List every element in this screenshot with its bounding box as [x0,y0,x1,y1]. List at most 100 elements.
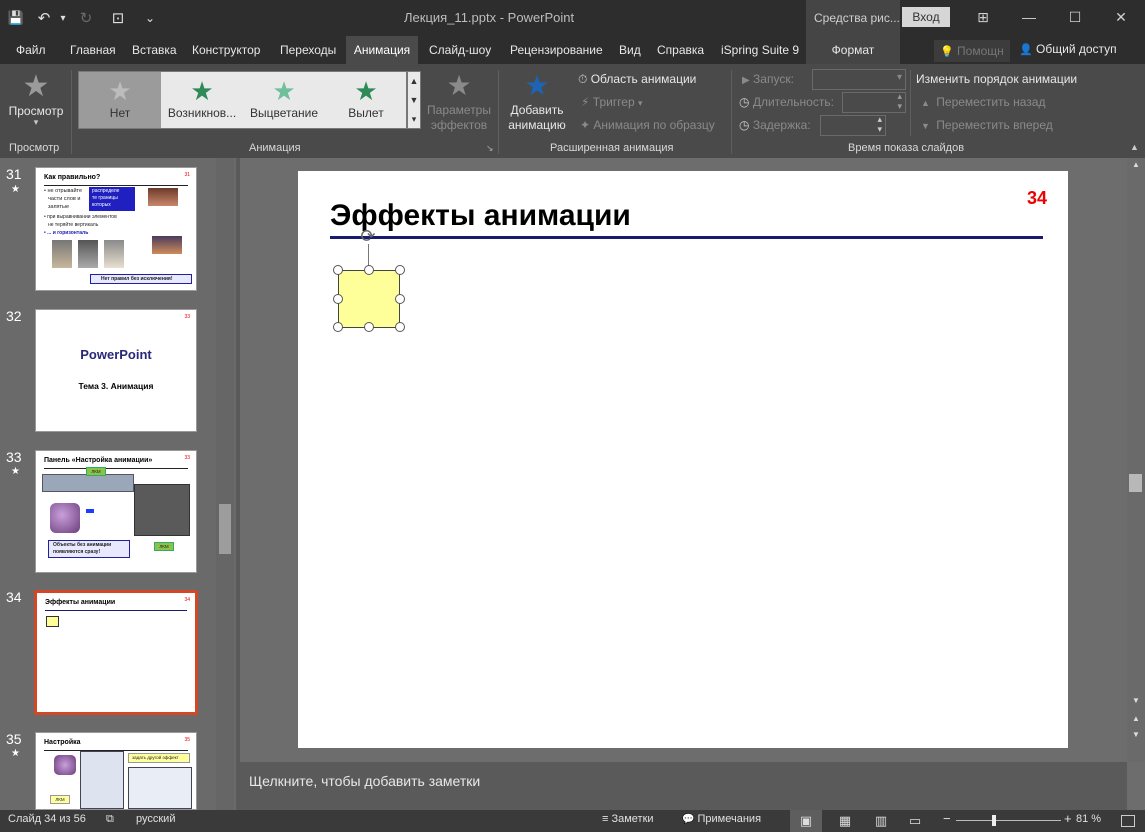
resize-handle[interactable] [333,322,343,332]
tab-ispring[interactable]: iSpring Suite 9 [721,36,799,64]
thumb-title: PowerPoint [80,347,152,362]
selected-rectangle-shape[interactable] [338,270,400,328]
resize-handle[interactable] [333,294,343,304]
delay-input[interactable]: ▴ ▾ [820,114,886,136]
slide-canvas[interactable]: Эффекты анимации 34 ⟳ [298,171,1068,748]
thumbnail-scrollbar[interactable] [216,158,234,810]
redo-icon[interactable]: ↻ [70,0,102,36]
close-icon[interactable]: ✕ [1098,0,1144,34]
scroll-down-icon[interactable]: ▼ [1127,694,1145,708]
zoom-in-button[interactable]: + [1064,811,1072,826]
start-from-beginning-icon[interactable]: ⊡ [102,0,134,36]
previous-slide-icon[interactable]: ▲ [1127,712,1145,726]
maximize-icon[interactable]: ☐ [1052,0,1098,34]
tab-help[interactable]: Справка [657,36,704,64]
gallery-more-icon[interactable]: ▾ [408,110,420,129]
reading-view-icon[interactable]: ▥ [865,810,897,832]
tab-animations[interactable]: Анимация [346,36,418,64]
preview-dropdown-icon: ▾ [33,117,39,127]
tab-slideshow[interactable]: Слайд-шоу [429,36,491,64]
animation-pane-button[interactable]: ⏱ Область анимации [578,72,696,87]
zoom-slider-thumb[interactable] [992,815,996,826]
group-label-preview: Просмотр [9,142,60,154]
slide-scroll-thumb[interactable] [1129,474,1142,492]
thumb-photo [52,240,72,268]
undo-icon[interactable]: ↶ [32,0,56,36]
tab-view[interactable]: Вид [619,36,641,64]
language-indicator[interactable]: русский [136,813,175,825]
resize-handle[interactable] [395,322,405,332]
slide-thumbnail-34[interactable]: Эффекты анимации 34 [34,590,198,715]
tab-home[interactable]: Главная [70,36,116,64]
next-slide-icon[interactable]: ▼ [1127,728,1145,742]
tab-transitions[interactable]: Переходы [280,36,336,64]
notes-toggle-button[interactable]: ≡ Заметки [602,813,654,825]
accessibility-icon[interactable]: ⧉ [106,813,114,826]
resize-handle[interactable] [395,265,405,275]
resize-handle[interactable] [364,265,374,275]
delay-label: Задержка: [752,118,811,132]
tab-file[interactable]: Файл [16,36,46,64]
thumb-pane-image [128,767,192,809]
minimize-icon[interactable]: — [1006,0,1052,34]
gallery-item-none[interactable]: ★ Нет [79,72,161,128]
gallery-scroll-up-icon[interactable]: ▲ [408,72,420,91]
tab-design[interactable]: Конструктор [192,36,260,64]
group-separator [910,70,911,136]
thumb-text-2: части слов и [48,196,81,202]
slideshow-view-icon[interactable]: ▭ [899,810,931,832]
preview-button[interactable]: ★ Просмотр ▾ [4,70,68,138]
effect-options-button[interactable]: ★ Параметры эффектов [424,70,494,138]
zoom-slider-track[interactable] [956,820,1061,821]
help-search-box[interactable]: 💡 Помощн [934,40,1010,62]
thumb-page-number: 33 [184,314,190,320]
delay-spin-down-icon[interactable]: ▾ [877,124,882,135]
add-animation-star-icon: ★ [524,70,550,101]
thumbnail-scroll-thumb[interactable] [219,504,231,554]
start-select[interactable]: ▾ [812,69,906,90]
signin-button[interactable]: Вход [902,7,950,27]
slide-thumbnail-32[interactable]: 33 PowerPoint Тема 3. Анимация [35,309,197,432]
gallery-scroll[interactable]: ▲ ▼ ▾ [407,71,421,129]
slide-thumbnail-33[interactable]: Панель «Настройка анимации» 33 ЛКМ ЛКМ О… [35,450,197,573]
gallery-scroll-down-icon[interactable]: ▼ [408,91,420,110]
thumb-text-1: • не отрывайте [44,188,83,194]
comments-toggle-button[interactable]: 💬 Примечания [682,813,761,825]
animation-group-launcher-icon[interactable]: ↘ [486,143,494,154]
gallery-item-fly-in[interactable]: ★ Вылет [325,72,407,128]
customize-qat-icon[interactable]: ⌄ [134,0,166,36]
tab-insert[interactable]: Вставка [132,36,177,64]
save-icon[interactable]: 💾 [0,0,32,36]
share-button[interactable]: 👤 Общий доступ [1019,42,1117,56]
normal-view-icon[interactable]: ▣ [790,810,822,832]
delay-label-row: ◷ Задержка: [739,118,811,132]
reorder-animation-label: Изменить порядок анимации [916,72,1078,86]
slide-thumbnail-31[interactable]: Как правильно? 31 • не отрывайте части с… [35,167,197,291]
rotation-handle-icon[interactable]: ⟳ [358,226,378,246]
zoom-level[interactable]: 81 % [1076,813,1101,825]
duration-spin-down-icon[interactable]: ▾ [897,101,902,112]
tab-review[interactable]: Рецензирование [510,36,603,64]
undo-dropdown-icon[interactable]: ▾ [56,0,70,36]
slide-sorter-view-icon[interactable]: ▦ [829,810,861,832]
duration-input[interactable]: ▴ ▾ [842,91,906,113]
resize-handle[interactable] [395,294,405,304]
move-earlier-button[interactable]: ▲ Переместить назад [921,95,1045,109]
collapse-ribbon-icon[interactable]: ▲ [1130,142,1139,152]
resize-handle[interactable] [333,265,343,275]
zoom-out-button[interactable]: − [943,811,951,826]
trigger-button[interactable]: ⚡ Триггер ▾ [581,95,643,109]
scroll-up-icon[interactable]: ▲ [1127,158,1145,172]
gallery-item-fade[interactable]: ★ Выцветание [243,72,325,128]
add-animation-button[interactable]: ★ Добавить анимацию [502,70,572,138]
move-later-button[interactable]: ▼ Переместить вперед [921,118,1053,132]
slide-scrollbar[interactable]: ▲ ▼ ▲ ▼ [1127,158,1145,762]
tab-format[interactable]: Формат [806,36,900,64]
slide-thumbnail-35[interactable]: Настройка 35 задать другой эффект ЛКМ [35,732,197,810]
fit-to-window-icon[interactable] [1121,815,1135,827]
gallery-item-appear[interactable]: ★ Возникнов... [161,72,243,128]
resize-handle[interactable] [364,322,374,332]
animation-painter-button[interactable]: ✦ Анимация по образцу [580,118,715,132]
ribbon-display-options-icon[interactable]: ⊞ [960,0,1006,34]
notes-pane[interactable]: Щелкните, чтобы добавить заметки [240,762,1127,810]
